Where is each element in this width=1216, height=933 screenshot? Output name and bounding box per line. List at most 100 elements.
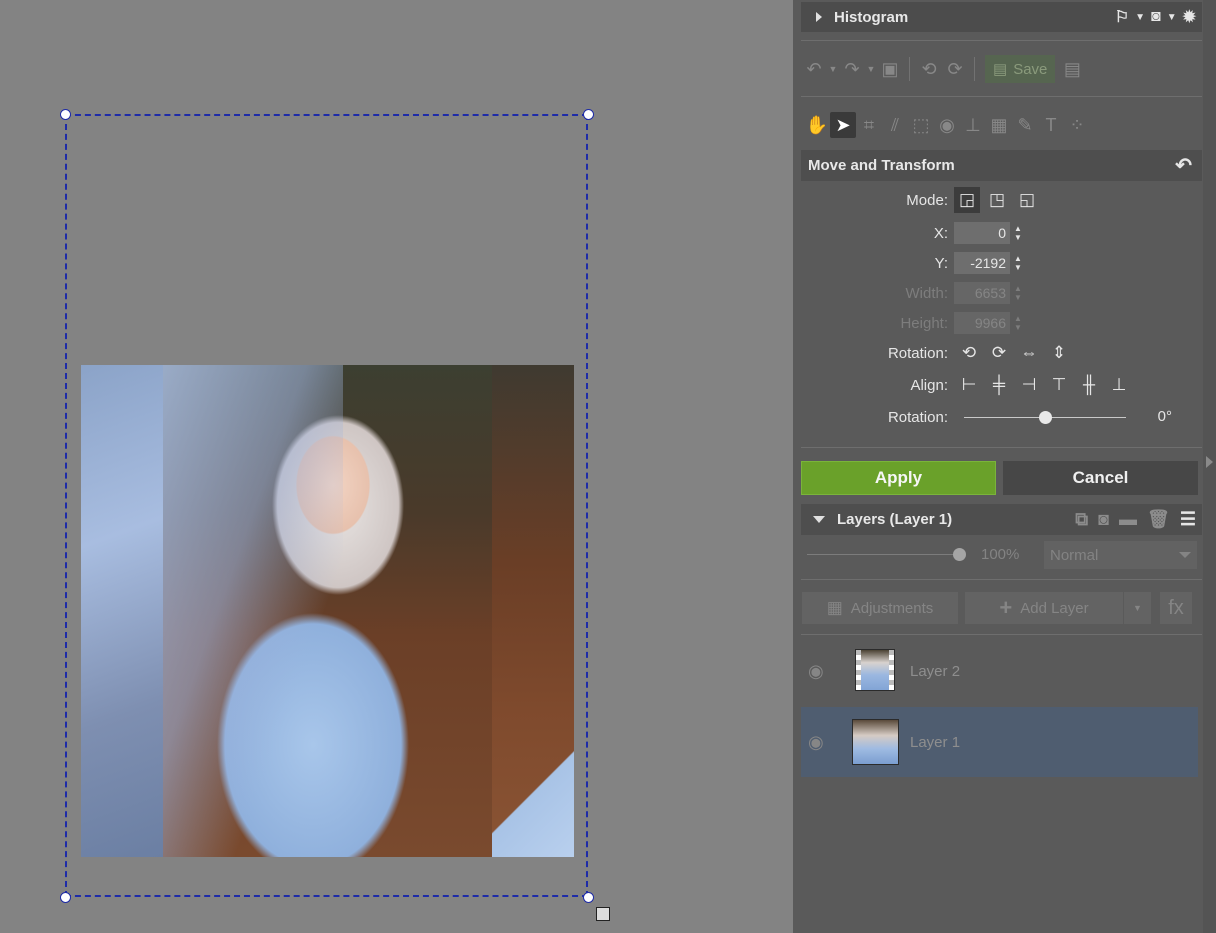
trash-icon[interactable]: 🗑: [1147, 509, 1170, 530]
chevron-down-icon[interactable]: ▼: [1135, 12, 1145, 23]
mask-icon[interactable]: ◙: [1151, 8, 1161, 26]
text-icon[interactable]: T: [1038, 112, 1064, 138]
hand-icon[interactable]: ✋: [804, 112, 830, 138]
transform-selection-box[interactable]: [65, 114, 588, 897]
handle-top-left[interactable]: [60, 109, 71, 120]
settings-icon[interactable]: ✹: [1183, 7, 1196, 27]
save-as-icon[interactable]: ▤: [1059, 56, 1085, 82]
spin-down-icon[interactable]: ▼: [1014, 263, 1022, 272]
duplicate-layer-icon[interactable]: ⧉: [1075, 509, 1088, 530]
opacity-value: 100%: [981, 546, 1020, 563]
y-label: Y:: [934, 254, 948, 272]
histogram-header[interactable]: Histogram ⚐ ▼ ◙ ▼ ✹: [801, 2, 1202, 32]
chevron-down-icon: [1179, 552, 1191, 558]
align-left-icon[interactable]: ⊢: [954, 375, 984, 395]
expand-arrow-icon[interactable]: [816, 12, 822, 22]
align-middle-v-icon[interactable]: ╫: [1074, 375, 1104, 395]
rotation-slider-label: Rotation:: [887, 408, 948, 426]
spin-up-icon[interactable]: ▲: [1014, 254, 1022, 263]
visibility-eye-icon[interactable]: ◉: [808, 732, 824, 753]
layer-row-1[interactable]: ◉ Layer 1: [801, 707, 1198, 777]
save-button[interactable]: ▤ Save: [985, 55, 1056, 83]
fx-button[interactable]: fx: [1160, 592, 1192, 624]
y-input[interactable]: -2192: [954, 252, 1010, 274]
mode-move-icon[interactable]: ◲: [954, 187, 980, 213]
rotate-left-icon[interactable]: ⟲: [916, 56, 942, 82]
height-label: Height:: [900, 314, 948, 332]
blend-mode-select[interactable]: Normal: [1044, 541, 1197, 569]
height-input: 9966: [954, 312, 1010, 334]
layers-title: Layers (Layer 1): [837, 511, 953, 528]
reset-icon[interactable]: ↶: [1175, 153, 1202, 178]
chevron-down-icon[interactable]: ▼: [827, 56, 839, 82]
image-icon[interactable]: ▣: [877, 56, 903, 82]
handle-bottom-left[interactable]: [60, 892, 71, 903]
divider: [909, 57, 910, 81]
align-bottom-icon[interactable]: ⊥: [1104, 375, 1134, 395]
perspective-icon[interactable]: ⫽: [882, 112, 908, 138]
divider: [801, 96, 1202, 97]
width-row: Width: 6653 ▲ ▼: [801, 280, 1202, 306]
move-transform-header: Move and Transform ↶: [801, 150, 1202, 181]
rotate-right-icon[interactable]: ⟳: [984, 343, 1014, 363]
selection-icon[interactable]: ⬚: [908, 112, 934, 138]
align-center-h-icon[interactable]: ╪: [984, 375, 1014, 395]
add-layer-dropdown[interactable]: ▼: [1124, 592, 1151, 624]
adjustments-button[interactable]: ▦ Adjustments: [802, 592, 958, 624]
add-layer-button[interactable]: + Add Layer: [965, 592, 1123, 624]
redo-icon[interactable]: ↷: [839, 56, 865, 82]
x-input[interactable]: 0: [954, 222, 1010, 244]
adjustments-label: Adjustments: [850, 599, 934, 617]
grid-icon[interactable]: ▦: [986, 112, 1012, 138]
layer-row-2[interactable]: ◉ Layer 2: [801, 636, 1198, 706]
layer-mask-icon[interactable]: ◙: [1098, 509, 1109, 530]
collapse-arrow-icon[interactable]: [1206, 456, 1213, 468]
effects-icon[interactable]: ⁘: [1064, 112, 1090, 138]
divider: [801, 447, 1202, 448]
flip-vertical-icon[interactable]: ⇕: [1044, 343, 1074, 363]
x-row: X: 0 ▲ ▼: [801, 220, 1202, 246]
align-right-icon[interactable]: ⊣: [1014, 375, 1044, 395]
chevron-down-icon[interactable]: ▼: [1167, 12, 1177, 23]
rotate-left-icon[interactable]: ⟲: [954, 343, 984, 363]
straighten-icon[interactable]: ⊥: [960, 112, 986, 138]
y-spinner[interactable]: ▲ ▼: [1013, 254, 1023, 272]
handle-top-right[interactable]: [583, 109, 594, 120]
pointer-icon[interactable]: ➤: [830, 112, 856, 138]
folder-icon[interactable]: ▬: [1119, 509, 1137, 530]
flip-horizontal-icon[interactable]: ⇔: [1014, 343, 1044, 363]
mode-distort-icon[interactable]: ◱: [1014, 187, 1040, 213]
spin-up-icon[interactable]: ▲: [1014, 224, 1022, 233]
divider: [801, 579, 1202, 580]
opacity-slider-knob[interactable]: [952, 548, 966, 561]
visibility-eye-icon[interactable]: ◉: [808, 661, 824, 682]
eye-icon[interactable]: ◉: [934, 112, 960, 138]
brush-icon[interactable]: ✎: [1012, 112, 1038, 138]
apply-button[interactable]: Apply: [801, 461, 996, 495]
width-input: 6653: [954, 282, 1010, 304]
rotate-right-icon[interactable]: ⟳: [942, 56, 968, 82]
handle-bottom-right[interactable]: [583, 892, 594, 903]
mode-row: Mode: ◲ ◳ ◱: [801, 187, 1202, 213]
flag-icon[interactable]: ⚐: [1115, 7, 1129, 27]
spin-down-icon[interactable]: ▼: [1014, 233, 1022, 242]
edit-toolbar: ↶ ▼ ↷ ▼ ▣ ⟲ ⟳ ▤ Save ▤: [801, 54, 1202, 84]
x-spinner[interactable]: ▲ ▼: [1013, 224, 1023, 242]
rotation-slider-knob[interactable]: [1038, 411, 1052, 424]
undo-icon[interactable]: ↶: [801, 56, 827, 82]
histogram-title: Histogram: [834, 8, 909, 26]
y-row: Y: -2192 ▲ ▼: [801, 250, 1202, 276]
width-label: Width:: [905, 284, 948, 302]
layers-header[interactable]: Layers (Layer 1) ⧉ ◙ ▬ 🗑 ☰: [801, 504, 1202, 535]
image-canvas[interactable]: [0, 0, 793, 933]
menu-icon[interactable]: ☰: [1180, 509, 1196, 530]
align-top-icon[interactable]: ⊤: [1044, 375, 1074, 395]
cancel-button[interactable]: Cancel: [1003, 461, 1198, 495]
crop-icon[interactable]: ⌗: [856, 112, 882, 138]
mode-label: Mode:: [906, 191, 948, 209]
opacity-slider-track[interactable]: [807, 554, 959, 555]
rotation-label: Rotation:: [887, 344, 948, 362]
mode-scale-icon[interactable]: ◳: [984, 187, 1010, 213]
collapse-arrow-icon[interactable]: [813, 516, 825, 523]
chevron-down-icon[interactable]: ▼: [865, 56, 877, 82]
